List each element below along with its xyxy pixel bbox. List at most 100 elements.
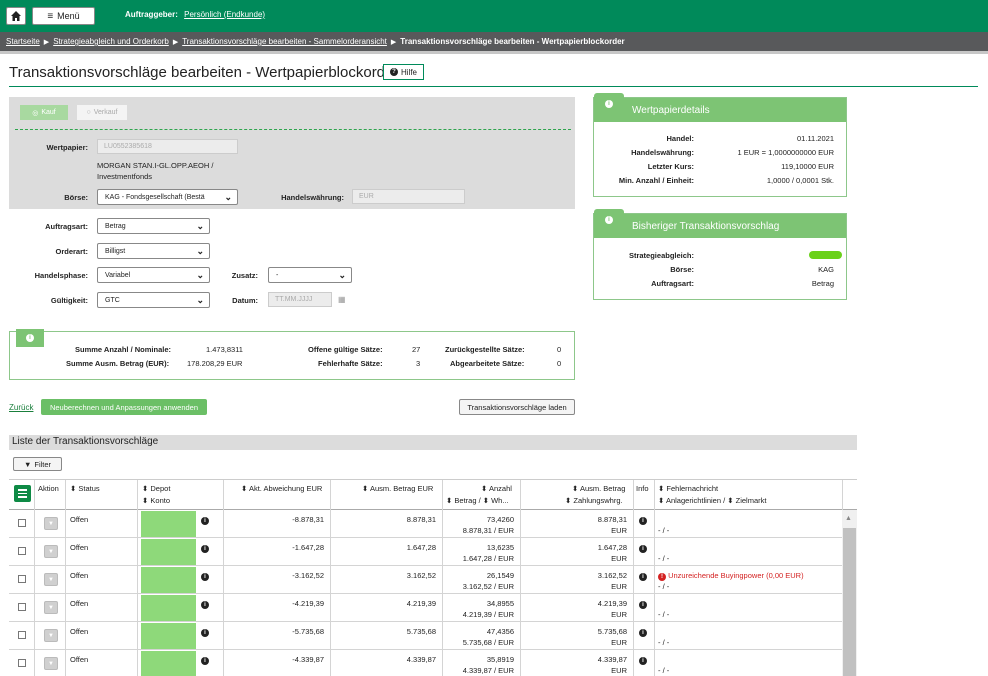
table-row[interactable]: ▼ Offen i -8.878,31 8.878,31 73,4260 8.878,31 …: [9, 510, 842, 538]
table-scrollbar[interactable]: ▲: [842, 510, 857, 676]
row-checkbox[interactable]: [18, 519, 26, 527]
th-ausm-betrag[interactable]: ⬍ Ausm. Betrag EUR: [362, 484, 433, 493]
th-abweichung[interactable]: ⬍ Akt. Abweichung EUR: [241, 484, 322, 493]
row-ausm-betrag2: 1.647,28: [597, 543, 627, 552]
auftraggeber-label: Auftraggeber:: [125, 10, 178, 19]
depot-info-icon[interactable]: i: [201, 627, 209, 637]
th-ausm-betrag2[interactable]: ⬍ Ausm. Betrag: [572, 484, 625, 493]
row-action-dropdown[interactable]: ▼: [44, 573, 58, 586]
th-anlage[interactable]: ⬍ Anlagerichtlinien / ⬍ Zielmarkt: [658, 496, 766, 505]
table-row[interactable]: ▼ Offen i -4.219,39 4.219,39 34,8955 4.219,39 …: [9, 594, 842, 622]
table-row[interactable]: ▼ Offen i -5.735,68 5.735,68 47,4356 5.735,68 …: [9, 622, 842, 650]
kauf-toggle[interactable]: ◎ Kauf: [20, 105, 68, 120]
column-divider: [34, 566, 35, 594]
th-anzahl[interactable]: ⬍ Anzahl: [481, 484, 512, 493]
filter-button[interactable]: ▼ Filter: [13, 457, 62, 471]
row-info-icon[interactable]: i: [639, 543, 647, 553]
auftraggeber-link[interactable]: Persönlich (Endkunde): [184, 10, 265, 19]
column-menu-button[interactable]: [14, 485, 31, 502]
menu-button[interactable]: ≡ Menü: [32, 7, 95, 25]
bisheriger-boerse-value: KAG: [818, 265, 834, 274]
detail-key: Handel:: [666, 134, 694, 143]
row-info-icon[interactable]: i: [639, 655, 647, 665]
column-divider: [223, 480, 224, 511]
row-zahlungswhrg: EUR: [611, 526, 627, 535]
table-row[interactable]: ▼ Offen i -4.339,87 4.339,87 35,8919 4.339,87 …: [9, 650, 842, 676]
row-betrag-wh: 4.219,39 / EUR: [462, 610, 514, 619]
depot-info-icon[interactable]: i: [201, 515, 209, 525]
row-ausm-betrag: 3.162,52: [406, 571, 436, 580]
bisheriger-auftragsart-value: Betrag: [811, 279, 834, 288]
row-checkbox[interactable]: [18, 659, 26, 667]
datum-field[interactable]: TT.MM.JJJJ: [268, 292, 332, 307]
th-status[interactable]: ⬍ Status: [70, 484, 100, 493]
calendar-icon[interactable]: ▦: [338, 295, 346, 304]
zusatz-select[interactable]: - ⌄: [268, 267, 352, 283]
row-info-icon[interactable]: i: [639, 627, 647, 637]
row-action-dropdown[interactable]: ▼: [44, 601, 58, 614]
chevron-down-icon: ⌄: [338, 270, 346, 280]
column-divider: [633, 594, 634, 622]
table-row[interactable]: ▼ Offen i -1.647,28 1.647,28 13,6235 1.647,28 …: [9, 538, 842, 566]
th-konto[interactable]: ⬍ Konto: [142, 496, 170, 505]
row-action-dropdown[interactable]: ▼: [44, 657, 58, 670]
row-abweichung: -8.878,31: [292, 515, 324, 524]
scrollbar-thumb[interactable]: [843, 528, 856, 676]
wertpapier-label: Wertpapier:: [46, 143, 88, 152]
row-checkbox[interactable]: [18, 603, 26, 611]
help-button[interactable]: ? Hilfe: [383, 64, 424, 80]
column-divider: [137, 480, 138, 511]
handelswaehrung-field[interactable]: EUR: [352, 189, 465, 204]
column-divider: [654, 538, 655, 566]
home-button[interactable]: [6, 7, 26, 25]
column-divider: [65, 622, 66, 650]
row-info-icon[interactable]: i: [639, 515, 647, 525]
breadcrumb-strategieabgleich[interactable]: Strategieabgleich und Orderkorb: [53, 37, 169, 46]
handelsphase-select[interactable]: Variabel ⌄: [97, 267, 210, 283]
depot-info-icon[interactable]: i: [201, 543, 209, 553]
row-checkbox[interactable]: [18, 575, 26, 583]
recalc-button[interactable]: Neuberechnen und Anpassungen anwenden: [41, 399, 207, 415]
boerse-value: KAG - Fondsgesellschaft (Bestä: [105, 194, 205, 201]
breadcrumb-sammelorder[interactable]: Transaktionsvorschläge bearbeiten - Samm…: [182, 37, 387, 46]
boerse-select[interactable]: KAG - Fondsgesellschaft (Bestä ⌄: [97, 189, 238, 205]
row-action-dropdown[interactable]: ▼: [44, 629, 58, 642]
wertpapierdetails-title: Wertpapierdetails: [594, 98, 846, 122]
th-zahlungswhrg[interactable]: ⬍ Zahlungswhrg.: [565, 496, 623, 505]
gueltigkeit-select[interactable]: GTC ⌄: [97, 292, 210, 308]
offene-value: 27: [412, 345, 421, 354]
verkauf-toggle[interactable]: ○ Verkauf: [77, 105, 127, 120]
row-ausm-betrag2: 4.339,87: [597, 655, 627, 664]
breadcrumb-startseite[interactable]: Startseite: [6, 37, 40, 46]
row-ausm-betrag: 8.878,31: [406, 515, 436, 524]
bisheriger-panel: Bisheriger Transaktionsvorschlag i Strat…: [593, 209, 847, 300]
breadcrumb-current: Transaktionsvorschläge bearbeiten - Wert…: [400, 37, 625, 46]
wertpapier-field[interactable]: LU0552385618: [97, 139, 238, 154]
wertpapierdetails-tag: i: [594, 93, 624, 115]
column-divider: [442, 622, 443, 650]
column-divider: [442, 538, 443, 566]
auftragsart-select[interactable]: Betrag ⌄: [97, 218, 210, 234]
back-link[interactable]: Zurück: [9, 403, 33, 412]
th-info: Info: [636, 484, 649, 493]
depot-info-icon[interactable]: i: [201, 599, 209, 609]
th-fehler[interactable]: ⬍ Fehlernachricht: [658, 484, 718, 493]
row-action-dropdown[interactable]: ▼: [44, 517, 58, 530]
row-info-icon[interactable]: i: [639, 571, 647, 581]
row-checkbox[interactable]: [18, 631, 26, 639]
depot-info-icon[interactable]: i: [201, 655, 209, 665]
hamburger-icon: ≡: [47, 10, 54, 22]
load-proposals-button[interactable]: Transaktionsvorschläge laden: [459, 399, 575, 415]
th-depot[interactable]: ⬍ Depot: [142, 484, 170, 493]
row-betrag-wh: 4.339,87 / EUR: [462, 666, 514, 675]
row-action-dropdown[interactable]: ▼: [44, 545, 58, 558]
row-ausm-betrag: 4.219,39: [406, 599, 436, 608]
table-row[interactable]: ▼ Offen i -3.162,52 3.162,52 26,1549 3.162,52 …: [9, 566, 842, 594]
orderart-select[interactable]: Billigst ⌄: [97, 243, 210, 259]
row-checkbox[interactable]: [18, 547, 26, 555]
scroll-up-icon[interactable]: ▲: [845, 515, 852, 522]
home-icon: [11, 11, 21, 21]
th-betrag-wh[interactable]: ⬍ Betrag / ⬍ Wh...: [446, 496, 509, 505]
row-info-icon[interactable]: i: [639, 599, 647, 609]
depot-info-icon[interactable]: i: [201, 571, 209, 581]
